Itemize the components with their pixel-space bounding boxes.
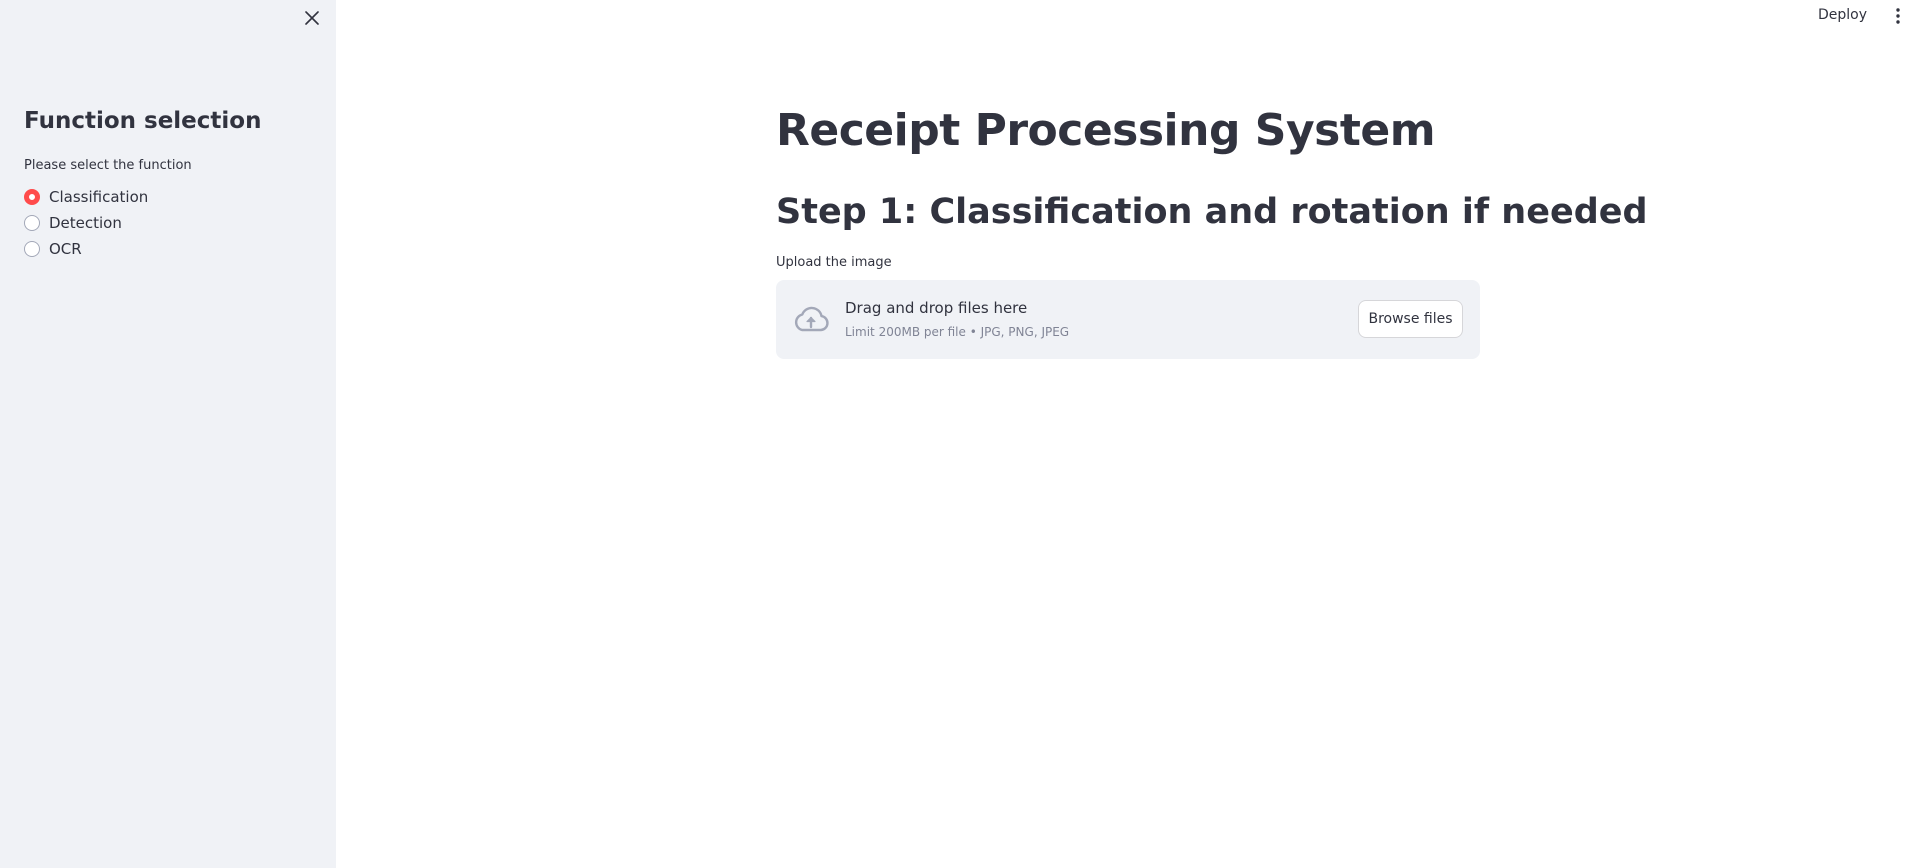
sidebar-title: Function selection: [24, 108, 262, 134]
function-radio-group: Classification Detection OCR: [24, 184, 148, 262]
radio-option-label: Classification: [49, 188, 149, 206]
radio-unselected-icon[interactable]: [24, 241, 40, 257]
dropzone-limit-text: Limit 200MB per file • JPG, PNG, JPEG: [845, 325, 1070, 339]
step-heading: Step 1: Classification and rotation if n…: [776, 192, 1648, 232]
file-dropzone[interactable]: Drag and drop files here Limit 200MB per…: [776, 280, 1480, 359]
app-root: Function selection Please select the fun…: [0, 0, 1920, 868]
deploy-button[interactable]: Deploy: [1818, 7, 1867, 23]
radio-group-label: Please select the function: [24, 158, 192, 173]
page-title: Receipt Processing System: [776, 105, 1436, 156]
dropzone-instructions: Drag and drop files here: [845, 299, 1028, 317]
browse-files-button[interactable]: Browse files: [1358, 300, 1463, 338]
vertical-dots-icon[interactable]: [1890, 7, 1906, 25]
radio-option-classification[interactable]: Classification: [24, 184, 148, 210]
radio-option-ocr[interactable]: OCR: [24, 236, 148, 262]
sidebar: Function selection Please select the fun…: [0, 0, 336, 868]
radio-option-detection[interactable]: Detection: [24, 210, 148, 236]
radio-unselected-icon[interactable]: [24, 215, 40, 231]
close-icon[interactable]: [302, 8, 322, 28]
file-uploader-label: Upload the image: [776, 255, 892, 270]
cloud-upload-icon: [792, 302, 830, 338]
radio-option-label: OCR: [49, 240, 82, 258]
radio-option-label: Detection: [49, 214, 122, 232]
radio-selected-icon[interactable]: [24, 189, 40, 205]
